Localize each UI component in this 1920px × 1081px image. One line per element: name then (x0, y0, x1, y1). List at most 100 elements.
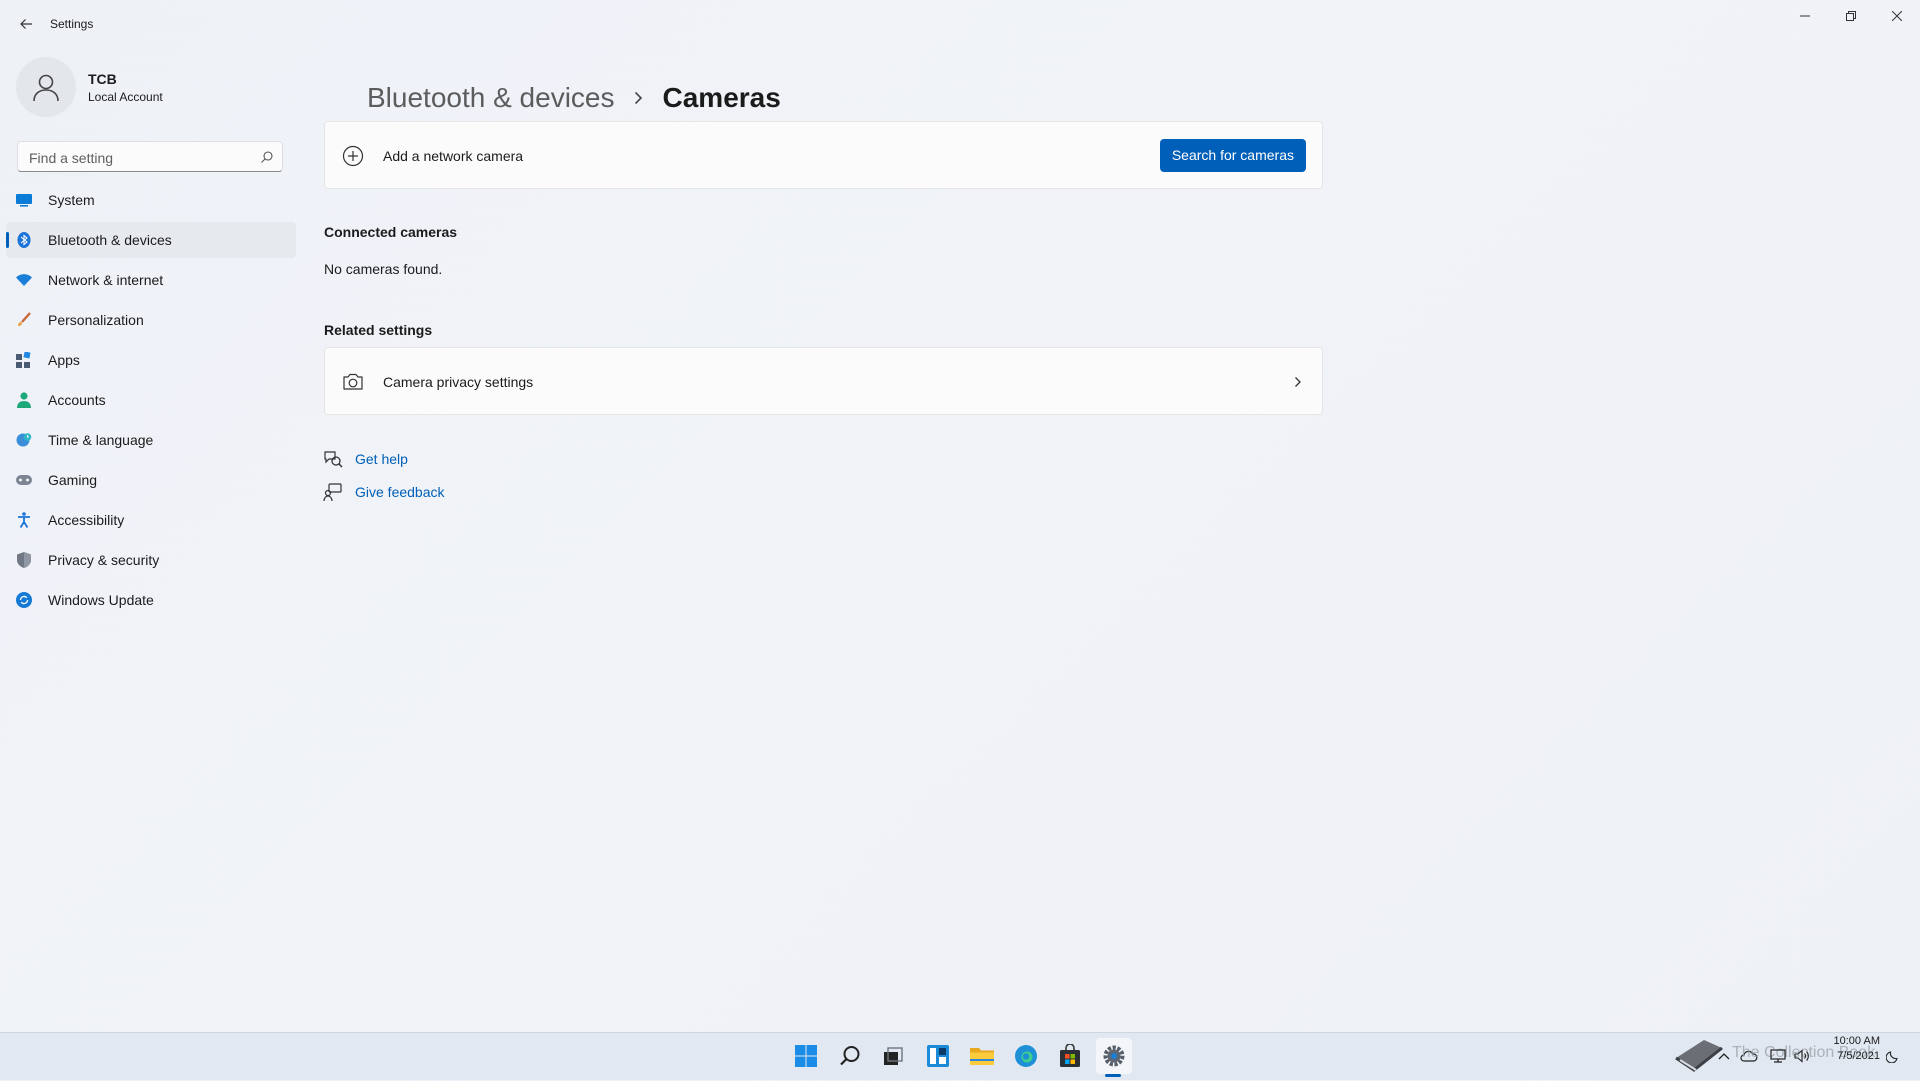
settings-taskbar-button[interactable] (1096, 1038, 1132, 1074)
edge-button[interactable] (1008, 1038, 1044, 1074)
app-title: Settings (50, 17, 94, 31)
monitor-icon (16, 192, 32, 208)
restore-icon (1846, 11, 1856, 21)
sidebar-item-time-language[interactable]: Time & language (6, 422, 296, 458)
sidebar-item-label: Apps (48, 352, 80, 368)
task-view-icon (884, 1047, 903, 1065)
search-for-cameras-button[interactable]: Search for cameras (1159, 139, 1306, 172)
clock-date: 7/5/2021 (1837, 1050, 1880, 1062)
clock-time: 10:00 AM (1833, 1035, 1880, 1047)
sidebar-item-label: Windows Update (48, 592, 154, 608)
person-icon (16, 392, 32, 408)
sidebar-nav: System Bluetooth & devices Network & int… (6, 182, 296, 622)
bluetooth-icon (16, 232, 32, 248)
sidebar-item-bluetooth-devices[interactable]: Bluetooth & devices (6, 222, 296, 258)
sidebar-item-label: Bluetooth & devices (48, 232, 172, 248)
add-network-camera-card: Add a network camera Search for cameras (324, 121, 1323, 189)
chevron-right-icon (633, 90, 645, 106)
close-icon (1892, 11, 1902, 21)
sidebar-item-label: Personalization (48, 312, 144, 328)
network-status-button[interactable] (1770, 1036, 1786, 1076)
add-network-camera-label: Add a network camera (383, 148, 524, 164)
taskbar (0, 1032, 1920, 1080)
get-help-link[interactable]: Get help (323, 448, 408, 470)
notifications-button[interactable] (1886, 1036, 1900, 1076)
active-app-indicator (1105, 1074, 1121, 1077)
chevron-up-icon (1718, 1053, 1730, 1060)
back-button[interactable] (14, 12, 38, 36)
chevron-right-icon (1295, 377, 1301, 387)
wifi-icon (16, 272, 32, 288)
add-circle-icon (342, 145, 364, 167)
brush-icon (16, 312, 32, 328)
profile-account-type: Local Account (88, 90, 163, 104)
edge-icon (1015, 1045, 1037, 1067)
restore-button[interactable] (1828, 0, 1874, 32)
give-feedback-link[interactable]: Give feedback (323, 481, 445, 503)
minimize-button[interactable] (1782, 0, 1828, 32)
sidebar-item-label: System (48, 192, 95, 208)
close-button[interactable] (1874, 0, 1920, 32)
search-box[interactable] (17, 141, 283, 173)
back-arrow-icon (20, 19, 32, 29)
globe-clock-icon (16, 432, 32, 448)
ethernet-icon (1770, 1049, 1786, 1063)
taskbar-clock[interactable]: 10:00 AM 7/5/2021 (1822, 1034, 1880, 1064)
sidebar-item-network-internet[interactable]: Network & internet (6, 262, 296, 298)
store-button[interactable] (1052, 1038, 1088, 1074)
camera-icon (343, 373, 363, 390)
help-chat-icon (324, 451, 343, 468)
start-icon (795, 1045, 817, 1067)
breadcrumb-parent-link[interactable]: Bluetooth & devices (367, 82, 615, 114)
sidebar-item-accounts[interactable]: Accounts (6, 382, 296, 418)
file-explorer-button[interactable] (964, 1038, 1000, 1074)
settings-icon (1103, 1045, 1125, 1067)
search-icon (840, 1046, 860, 1066)
widgets-button[interactable] (920, 1038, 956, 1074)
accessibility-icon (16, 512, 32, 528)
page-title: Cameras (662, 82, 781, 113)
related-settings-heading: Related settings (324, 322, 433, 338)
sidebar-item-personalization[interactable]: Personalization (6, 302, 296, 338)
sidebar-item-windows-update[interactable]: Windows Update (6, 582, 296, 618)
update-icon (16, 592, 32, 608)
no-cameras-text: No cameras found. (324, 261, 443, 277)
start-button[interactable] (788, 1038, 824, 1074)
gamepad-icon (16, 472, 32, 488)
store-icon (1060, 1044, 1080, 1067)
profile-name: TCB (88, 71, 117, 87)
breadcrumb: Bluetooth & devices Cameras (367, 78, 781, 118)
connected-cameras-heading: Connected cameras (324, 224, 458, 240)
sidebar-item-accessibility[interactable]: Accessibility (6, 502, 296, 538)
sidebar-item-privacy-security[interactable]: Privacy & security (6, 542, 296, 578)
sidebar-item-system[interactable]: System (6, 182, 296, 218)
task-view-button[interactable] (875, 1038, 911, 1074)
camera-privacy-settings-card[interactable]: Camera privacy settings (324, 347, 1323, 415)
sidebar-item-label: Accessibility (48, 512, 125, 528)
camera-privacy-settings-label: Camera privacy settings (383, 374, 534, 390)
show-hidden-icons-button[interactable] (1718, 1036, 1730, 1076)
minimize-icon (1800, 15, 1810, 17)
sidebar-item-label: Network & internet (48, 272, 164, 288)
title-bar: Settings (0, 0, 1920, 48)
file-explorer-icon (970, 1048, 994, 1065)
search-icon (261, 151, 273, 163)
sidebar-item-label: Accounts (48, 392, 106, 408)
search-input[interactable] (27, 142, 251, 173)
person-avatar-icon (33, 74, 59, 102)
sidebar-item-label: Privacy & security (48, 552, 160, 568)
moon-icon (1886, 1051, 1898, 1063)
user-profile[interactable]: TCB Local Account (16, 57, 286, 119)
volume-button[interactable] (1794, 1036, 1810, 1076)
speaker-icon (1794, 1049, 1809, 1063)
get-help-label: Get help (355, 451, 408, 467)
sidebar-item-apps[interactable]: Apps (6, 342, 296, 378)
give-feedback-label: Give feedback (355, 484, 445, 500)
sidebar-item-label: Gaming (48, 472, 98, 488)
taskbar-search-button[interactable] (832, 1038, 868, 1074)
apps-icon (16, 352, 32, 368)
sidebar-item-gaming[interactable]: Gaming (6, 462, 296, 498)
widgets-icon (927, 1045, 949, 1067)
shield-icon (16, 552, 32, 568)
sidebar-item-label: Time & language (48, 432, 154, 448)
